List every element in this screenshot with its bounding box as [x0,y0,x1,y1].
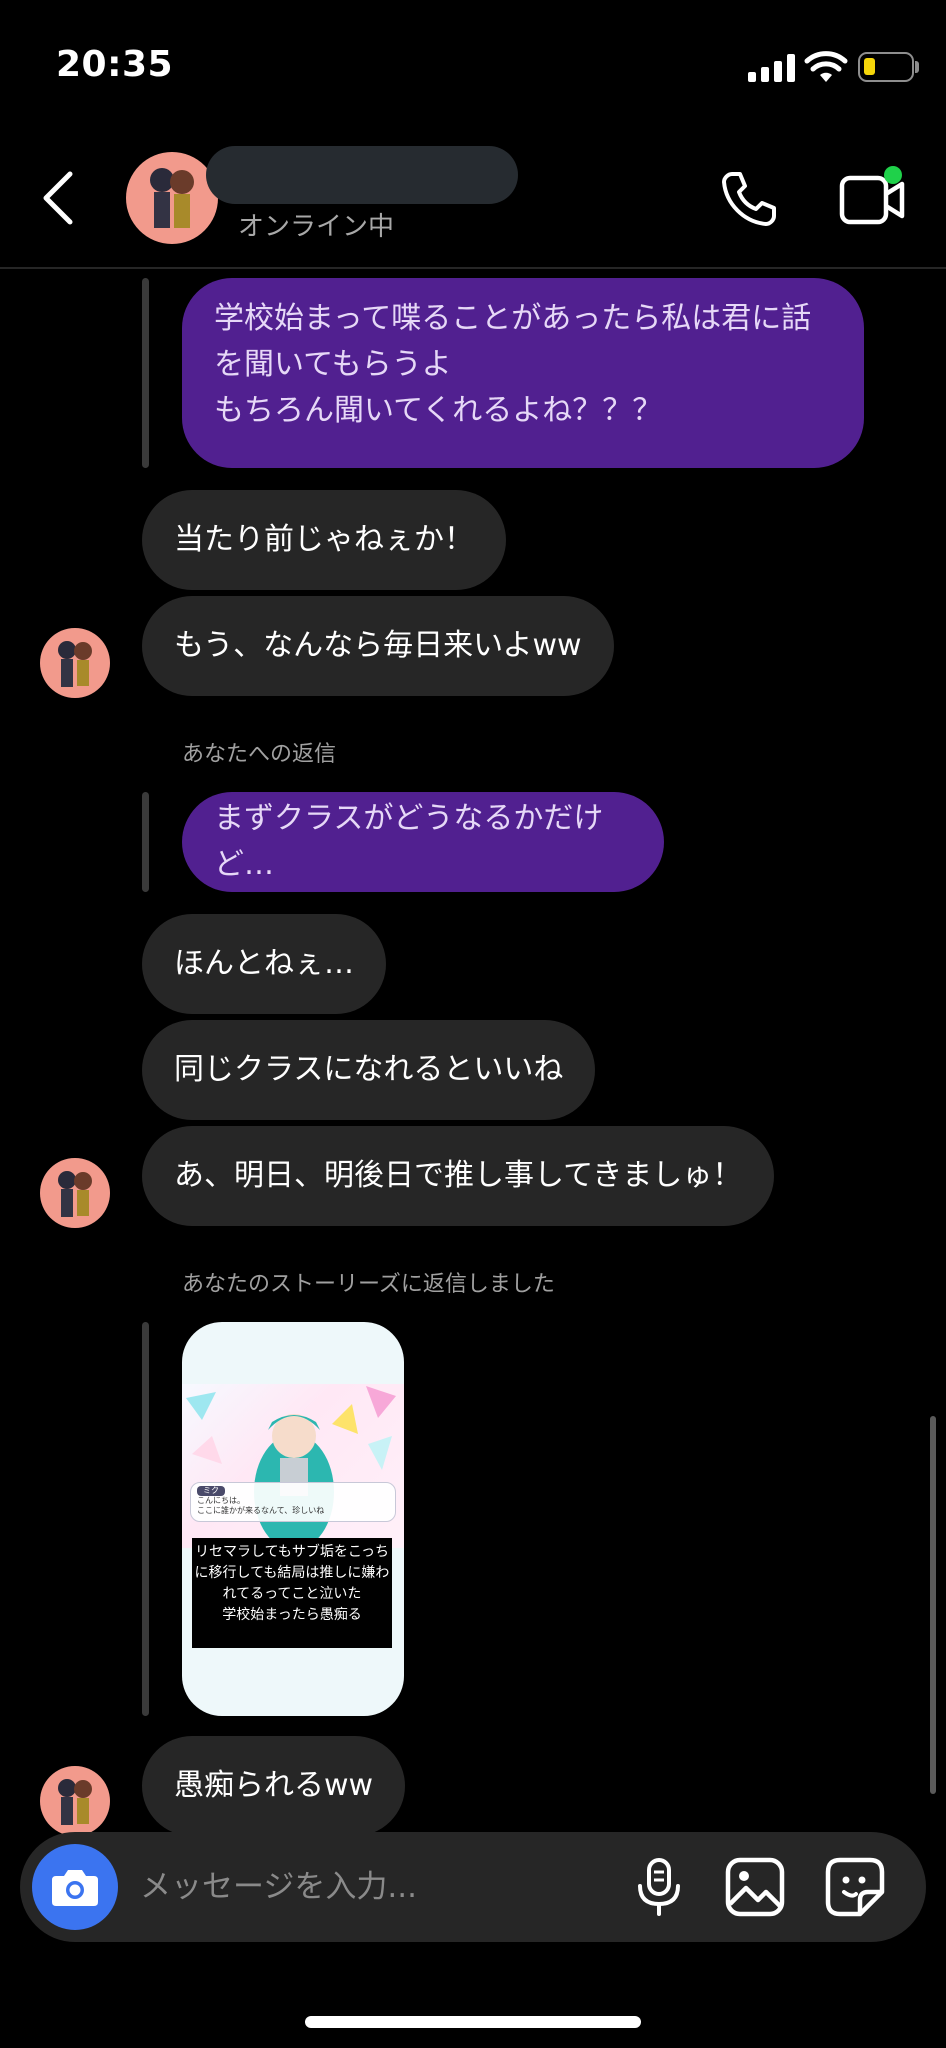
status-time: 20:35 [56,44,174,85]
message-bubble-incoming[interactable]: あ、明日、明後日で推し事してきましゅ！ [142,1126,775,1226]
chevron-left-icon[interactable] [38,170,78,226]
sticker-icon[interactable] [824,1856,886,1918]
battery-tip [915,61,919,73]
scrollbar[interactable] [930,1416,936,1794]
camera-button[interactable] [32,1844,118,1930]
message-bubble-incoming[interactable]: 当たり前じゃねぇか！ [142,490,506,590]
story-thumbnail[interactable]: ミク こんにちは。 ここに誰かが来るなんて、珍しいね リセマラしてもサブ垢をこっ… [182,1322,404,1716]
reply-bar [142,792,149,892]
image-icon[interactable] [724,1856,786,1918]
home-indicator[interactable] [305,2016,641,2028]
sender-avatar[interactable] [40,1158,110,1228]
sender-avatar[interactable] [40,628,110,698]
contact-name-redacted [206,146,518,204]
microphone-icon[interactable] [628,1856,690,1918]
battery-icon [858,52,914,82]
sender-avatar[interactable] [40,1766,110,1836]
story-caption: リセマラしてもサブ垢をこっちに移行しても結局は推しに嫌われてるってこと泣いた 学… [192,1538,392,1648]
story-image: ミク こんにちは。 ここに誰かが来るなんて、珍しいね [182,1384,404,1550]
message-bubble-incoming[interactable]: 同じクラスになれるといいね [142,1020,596,1120]
signal-icon [748,54,795,82]
online-status: オンライン中 [238,212,395,242]
reply-label: あなたへの返信 [182,742,337,767]
message-input[interactable]: メッセージを入力... [140,1864,417,1910]
reply-label: あなたのストーリーズに返信しました [182,1272,555,1297]
reply-bar [142,1322,149,1716]
message-bubble-incoming[interactable]: 愚痴られるww [142,1736,406,1836]
message-bubble-outgoing[interactable]: まずクラスがどうなるかだけど… [182,792,664,892]
phone-icon[interactable] [718,168,780,230]
message-bubble-outgoing[interactable]: 学校始まって喋ることがあったら私は君に話を聞いてもらうよ もちろん聞いてくれるよ… [182,278,864,468]
camera-icon [52,1870,98,1906]
online-indicator-dot [884,166,902,184]
reply-bar [142,278,149,468]
story-game-text: こんにちは。 ここに誰かが来るなんて、珍しいね [197,1496,325,1515]
message-bubble-incoming[interactable]: ほんとねぇ… [142,914,386,1014]
message-bubble-incoming[interactable]: もう、なんなら毎日来いよww [142,596,614,696]
story-game-speaker: ミク [197,1486,225,1496]
contact-avatar[interactable] [126,152,218,244]
wifi-icon [804,51,848,82]
